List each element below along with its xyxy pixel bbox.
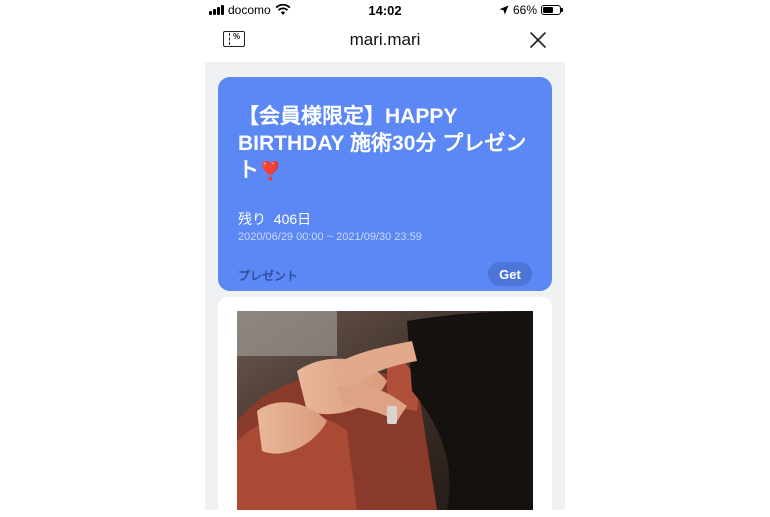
battery-group: 66% [499, 3, 563, 17]
facial-treatment-photo [237, 311, 533, 510]
coupon-card[interactable]: 【会員様限定】HAPPY BIRTHDAY 施術30分 プレゼント❣️ 残り 4… [218, 77, 552, 291]
detail-card [218, 297, 552, 517]
coupon-remaining: 残り 406日 [238, 211, 312, 227]
page-title: mari.mari [349, 30, 421, 49]
status-bar: docomo 14:02 66% [205, 0, 565, 22]
battery-percent: 66% [512, 3, 537, 17]
coupon-headline: 【会員様限定】HAPPY BIRTHDAY 施術30分 プレゼント❣️ [238, 103, 538, 185]
content-area: 【会員様限定】HAPPY BIRTHDAY 施術30分 プレゼント❣️ 残り 4… [205, 62, 565, 517]
coupon-period: 2020/06/29 00:00 ~ 2021/09/30 23:59 [238, 231, 422, 243]
battery-fill [543, 7, 553, 13]
navigation-bar: % mari.mari [205, 22, 565, 60]
get-button[interactable]: Get [488, 262, 532, 286]
battery-icon [541, 5, 563, 15]
photo-illustration [237, 311, 533, 510]
heart-exclamation-icon: ❣️ [259, 161, 282, 181]
location-arrow-icon [499, 5, 509, 15]
coupon-type: プレゼント [238, 269, 299, 283]
close-icon[interactable] [529, 31, 547, 49]
